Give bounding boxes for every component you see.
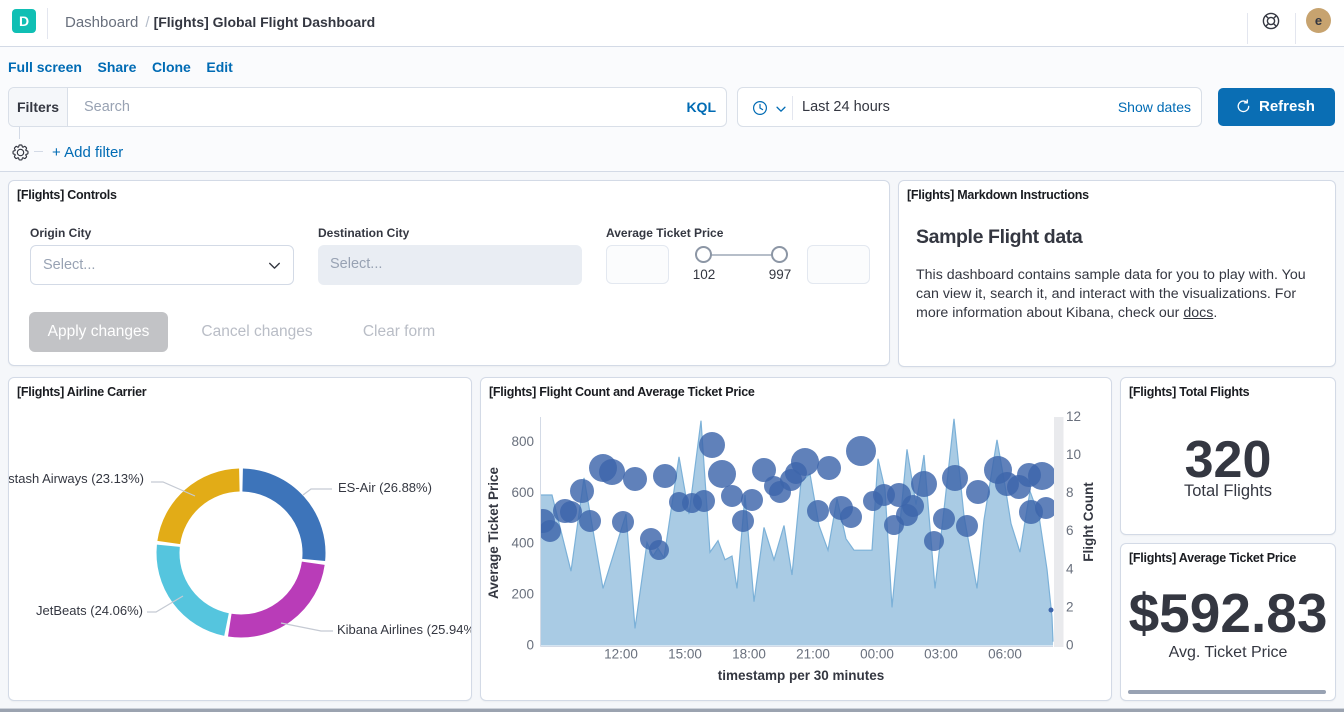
svg-text:200: 200: [511, 587, 534, 602]
svg-text:18:00: 18:00: [732, 647, 766, 662]
svg-text:Flight Count: Flight Count: [1081, 482, 1096, 562]
svg-text:2: 2: [1066, 599, 1074, 614]
svg-text:15:00: 15:00: [668, 647, 702, 662]
svg-text:0: 0: [1066, 638, 1074, 653]
svg-text:12: 12: [1066, 409, 1081, 424]
svg-text:21:00: 21:00: [796, 647, 830, 662]
svg-text:06:00: 06:00: [988, 647, 1022, 662]
svg-text:stash Airways (23.13%): stash Airways (23.13%): [9, 471, 144, 486]
svg-text:0: 0: [526, 638, 534, 653]
svg-text:800: 800: [511, 434, 534, 449]
svg-text:timestamp per 30 minutes: timestamp per 30 minutes: [718, 668, 885, 683]
svg-text:00:00: 00:00: [860, 647, 894, 662]
svg-text:10: 10: [1066, 447, 1081, 462]
svg-text:6: 6: [1066, 523, 1074, 538]
svg-text:12:00: 12:00: [604, 647, 638, 662]
svg-text:JetBeats (24.06%): JetBeats (24.06%): [36, 603, 143, 618]
svg-text:400: 400: [511, 536, 534, 551]
svg-text:Average Ticket Price: Average Ticket Price: [486, 466, 501, 599]
svg-text:03:00: 03:00: [924, 647, 958, 662]
svg-text:Kibana Airlines (25.94%: Kibana Airlines (25.94%: [337, 622, 471, 637]
svg-text:ES-Air (26.88%): ES-Air (26.88%): [338, 480, 432, 495]
svg-text:8: 8: [1066, 485, 1074, 500]
svg-text:600: 600: [511, 485, 534, 500]
svg-text:4: 4: [1066, 561, 1074, 576]
